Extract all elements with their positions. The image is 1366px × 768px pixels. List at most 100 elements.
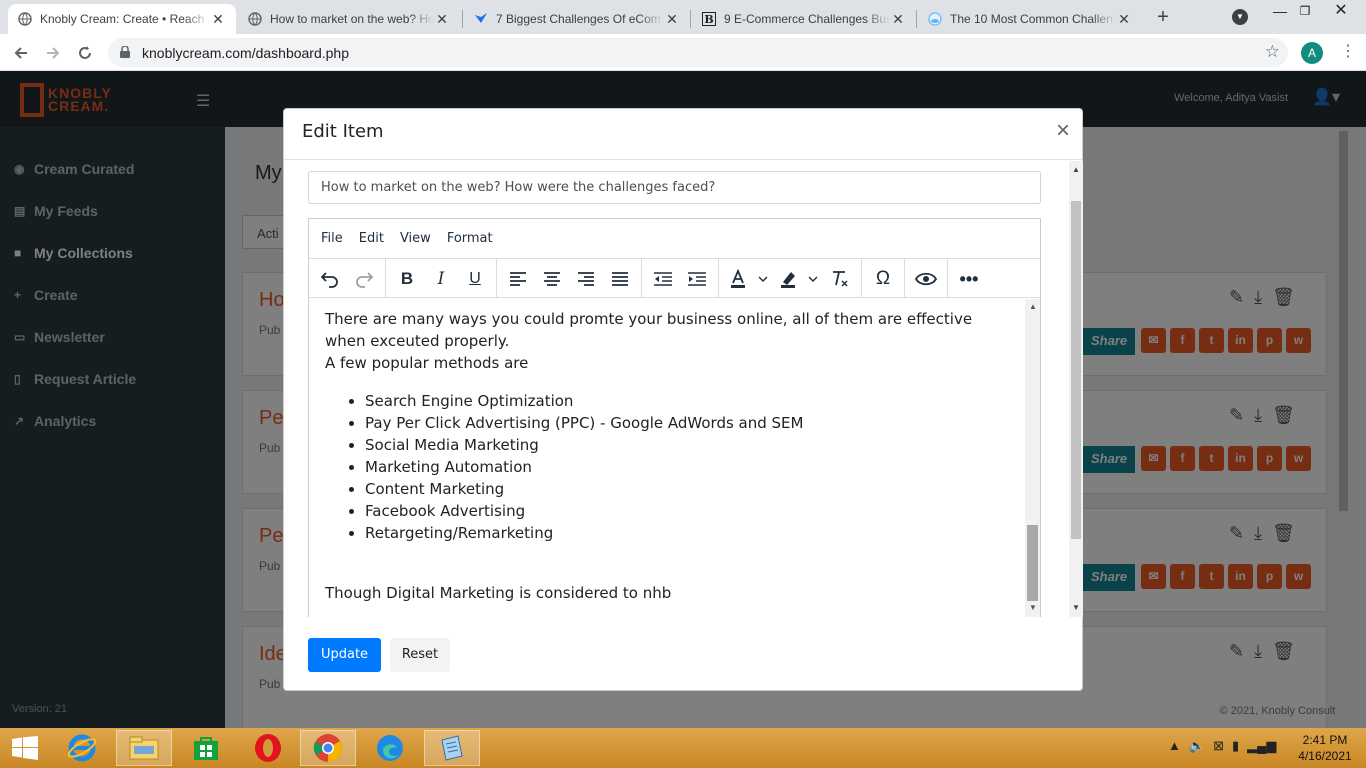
profile-avatar[interactable]: A (1301, 42, 1323, 64)
menu-file[interactable]: File (313, 231, 351, 246)
item-title-input[interactable]: How to market on the web? How were the c… (308, 171, 1041, 204)
lock-icon (120, 45, 130, 58)
tab-title: 9 E-Commerce Challenges Bus (724, 12, 890, 26)
align-center-icon[interactable] (539, 266, 565, 292)
scroll-up-arrow-icon[interactable]: ▲ (1029, 302, 1037, 311)
bookmark-star-icon[interactable]: ☆ (1265, 42, 1280, 62)
modal-scrollbar[interactable]: ▲ ▼ (1069, 161, 1083, 617)
modal-header: Edit Item × (284, 109, 1082, 160)
clear-formatting-icon[interactable] (827, 266, 853, 292)
internet-explorer-icon[interactable] (54, 730, 110, 766)
battery-icon[interactable]: ▮ (1232, 738, 1239, 754)
tab-title: 7 Biggest Challenges Of eCom (496, 12, 661, 26)
tab-title: Knobly Cream: Create • Reach (40, 12, 205, 26)
network-warning-icon[interactable]: ⊠ (1213, 738, 1224, 754)
align-right-icon[interactable] (573, 266, 599, 292)
toolbar-separator (947, 259, 948, 297)
reset-button[interactable]: Reset (390, 638, 450, 672)
modal-scrollbar-thumb[interactable] (1071, 201, 1081, 539)
forward-arrow-icon[interactable] (40, 40, 66, 66)
file-explorer-icon[interactable] (116, 730, 172, 766)
url-text: knoblycream.com/dashboard.php (142, 45, 350, 61)
more-options-icon[interactable]: ••• (956, 266, 982, 292)
browser-menu-icon[interactable]: ⋮ (1340, 42, 1356, 62)
indent-icon[interactable] (684, 266, 710, 292)
blue-arrow-icon (474, 12, 488, 26)
tab-close-icon[interactable]: ✕ (664, 11, 680, 28)
list-item: Marketing Automation (365, 456, 1009, 478)
content-bullet-list: Search Engine Optimization Pay Per Click… (365, 390, 1009, 544)
browser-tab-1[interactable]: How to market on the web? How ✕ (238, 4, 460, 34)
clock-time: 2:41 PM (1302, 733, 1348, 747)
align-justify-icon[interactable] (607, 266, 633, 292)
list-item: Retargeting/Remarketing (365, 522, 1009, 544)
back-arrow-icon[interactable] (8, 40, 34, 66)
menu-edit[interactable]: Edit (351, 231, 392, 246)
align-left-icon[interactable] (505, 266, 531, 292)
cloud-icon (928, 12, 942, 26)
window-close-icon[interactable]: ✕ (1326, 0, 1356, 24)
b-letter-icon: B (702, 12, 716, 26)
list-item: Search Engine Optimization (365, 390, 1009, 412)
microsoft-store-icon[interactable] (178, 730, 234, 766)
reload-icon[interactable] (72, 40, 98, 66)
content-paragraph: Though Digital Marketing is considered t… (325, 584, 672, 602)
google-chrome-icon[interactable] (300, 730, 356, 766)
text-color-icon[interactable] (727, 266, 771, 292)
browser-tab-strip: Knobly Cream: Create • Reach ✕ How to ma… (0, 0, 1366, 34)
tab-close-icon[interactable]: ✕ (890, 11, 906, 28)
microsoft-edge-icon[interactable] (362, 730, 418, 766)
editor-content-area[interactable]: There are many ways you could promte you… (309, 299, 1025, 617)
preview-eye-icon[interactable] (913, 266, 939, 292)
editor-scrollbar[interactable]: ▲ ▼ (1025, 299, 1040, 617)
editor-scrollbar-thumb[interactable] (1027, 525, 1038, 601)
outdent-icon[interactable] (650, 266, 676, 292)
undo-icon[interactable] (317, 266, 343, 292)
signal-icon[interactable]: ▂▄▆ (1247, 738, 1276, 754)
toolbar-separator (861, 259, 862, 297)
volume-icon[interactable]: 🔈 (1189, 738, 1205, 754)
underline-icon[interactable]: U (462, 266, 488, 292)
menu-view[interactable]: View (392, 231, 439, 246)
bold-icon[interactable]: B (394, 266, 420, 292)
toolbar-separator (718, 259, 719, 297)
edit-item-modal: Edit Item × How to market on the web? Ho… (283, 108, 1083, 691)
tray-expand-icon[interactable]: ▲ (1168, 738, 1181, 754)
toolbar-separator (904, 259, 905, 297)
content-paragraph: A few popular methods are (325, 354, 529, 372)
scroll-down-arrow-icon[interactable]: ▼ (1072, 603, 1080, 612)
menu-format[interactable]: Format (439, 231, 501, 246)
system-tray: ▲ 🔈 ⊠ ▮ ▂▄▆ (1168, 738, 1276, 754)
tab-separator (462, 10, 463, 28)
browser-tab-2[interactable]: 7 Biggest Challenges Of eCom ✕ (464, 4, 690, 34)
windows-start-icon[interactable] (0, 730, 50, 766)
highlight-color-icon[interactable] (777, 266, 821, 292)
redo-icon[interactable] (351, 266, 377, 292)
scroll-down-arrow-icon[interactable]: ▼ (1029, 603, 1037, 612)
browser-tab-4[interactable]: The 10 Most Common Challen ✕ (918, 4, 1142, 34)
taskbar-clock[interactable]: 2:41 PM 4/16/2021 (1292, 732, 1358, 764)
tab-search-chevron-icon[interactable]: ▼ (1232, 9, 1248, 25)
content-paragraph: There are many ways you could promte you… (325, 310, 973, 350)
browser-tab-0[interactable]: Knobly Cream: Create • Reach ✕ (8, 4, 236, 34)
rich-text-editor: File Edit View Format B I U Ω ••• There … (308, 218, 1041, 617)
browser-tab-3[interactable]: B 9 E-Commerce Challenges Bus ✕ (692, 4, 916, 34)
tab-close-icon[interactable]: ✕ (210, 11, 226, 28)
globe-icon (248, 12, 262, 26)
update-button[interactable]: Update (308, 638, 381, 672)
notepad-app-icon[interactable] (424, 730, 480, 766)
tab-close-icon[interactable]: ✕ (434, 11, 450, 28)
italic-icon[interactable]: I (428, 266, 454, 292)
restore-icon[interactable]: ❐ (1290, 0, 1320, 24)
list-item: Social Media Marketing (365, 434, 1009, 456)
tab-close-icon[interactable]: ✕ (1116, 11, 1132, 28)
special-character-omega-icon[interactable]: Ω (870, 266, 896, 292)
opera-browser-icon[interactable] (240, 730, 296, 766)
modal-close-icon[interactable]: × (1056, 119, 1070, 143)
tab-separator (916, 10, 917, 28)
new-tab-plus-icon[interactable]: + (1152, 6, 1174, 28)
scroll-up-arrow-icon[interactable]: ▲ (1072, 165, 1080, 174)
modal-title: Edit Item (302, 121, 384, 142)
list-item: Facebook Advertising (365, 500, 1009, 522)
url-omnibox[interactable]: knoblycream.com/dashboard.php ☆ (108, 38, 1288, 67)
